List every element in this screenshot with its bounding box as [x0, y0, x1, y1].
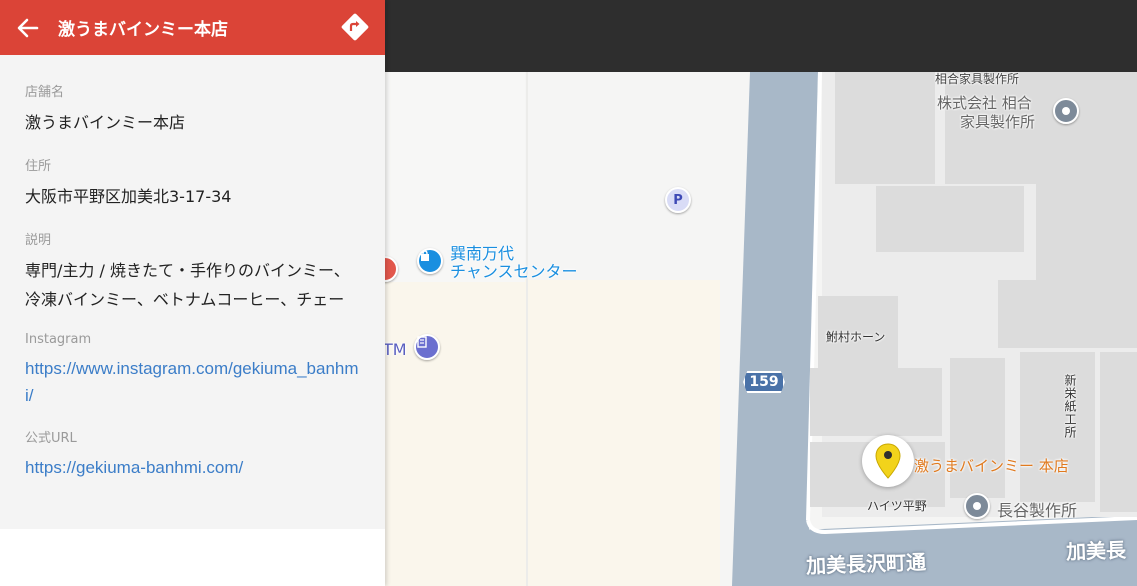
- label-tatsumi-line1: 巽南万代: [450, 244, 515, 263]
- field-name-label: 店舗名: [25, 85, 65, 100]
- atm-icon[interactable]: [414, 334, 440, 360]
- field-description-value: 専門/主力 / 焼きたて・手作りのバインミー、冷凍バインミー、ベトナムコーヒー、…: [25, 261, 350, 309]
- panel-title: 激うまバインミー本店: [58, 20, 228, 40]
- field-official-label: 公式URL: [25, 431, 77, 446]
- panel-body: 店舗名 激うまバインミー本店 住所 大阪市平野区加美北3-17-34 説明 専門…: [0, 55, 385, 529]
- label-aigou-small: 相合家具製作所: [935, 72, 1020, 86]
- field-address-value: 大阪市平野区加美北3-17-34: [25, 187, 232, 206]
- field-description-label: 説明: [25, 233, 52, 248]
- shop-detail-panel: 激うまバインミー本店 店舗名 激うまバインミー本店 住所 大阪市平野区加美北3-…: [0, 0, 385, 586]
- label-aigou-line1: 株式会社 相合: [937, 94, 1032, 112]
- label-atm[interactable]: TM: [383, 340, 407, 359]
- dot-icon: [1062, 107, 1070, 115]
- label-aigou-line2: 家具製作所: [960, 113, 1036, 131]
- building: [1100, 352, 1137, 512]
- building: [810, 368, 942, 436]
- building: [998, 280, 1137, 348]
- field-official-url: 公式URL https://gekiuma-banhmi.com/: [25, 427, 360, 481]
- commercial-area: [385, 280, 720, 586]
- building: [950, 358, 1005, 498]
- panel-header: 激うまバインミー本店: [0, 0, 385, 55]
- instagram-link[interactable]: https://www.instagram.com/gekiuma_banhmi…: [25, 355, 360, 409]
- map-pin-icon: [875, 443, 901, 479]
- back-button[interactable]: [12, 12, 44, 44]
- generic-poi-icon[interactable]: [1053, 98, 1079, 124]
- field-address: 住所 大阪市平野区加美北3-17-34: [25, 155, 360, 211]
- label-target-shop[interactable]: 激うまバインミー 本店: [914, 455, 1069, 476]
- field-address-label: 住所: [25, 159, 52, 174]
- field-instagram-label: Instagram: [25, 332, 92, 347]
- label-hase[interactable]: 長谷製作所: [997, 497, 1077, 521]
- selected-shop-marker[interactable]: [862, 435, 914, 487]
- field-name-value: 激うまバインミー本店: [25, 113, 186, 132]
- field-name: 店舗名 激うまバインミー本店: [25, 81, 360, 137]
- label-heights: ハイツ平野: [867, 499, 927, 513]
- arrow-left-icon: [17, 18, 39, 37]
- label-road-main: 加美長沢町通: [805, 549, 927, 579]
- building: [835, 72, 935, 184]
- label-tatsumi[interactable]: 巽南万代 チャンスセンター: [450, 245, 578, 281]
- building: [876, 186, 1024, 252]
- dot-icon: [973, 502, 981, 510]
- parking-icon[interactable]: P: [665, 187, 691, 213]
- field-description: 説明 専門/主力 / 焼きたて・手作りのバインミー、冷凍バインミー、ベトナムコー…: [25, 229, 360, 314]
- map-app: 相合家具製作所 株式会社 相合 家具製作所 P 巽南万代 チャンスセンター TM: [0, 0, 1137, 586]
- atm-glyph: [417, 336, 427, 348]
- road-159: [732, 72, 818, 586]
- official-url-link[interactable]: https://gekiuma-banhmi.com/: [25, 454, 360, 481]
- generic-poi-icon-2[interactable]: [964, 493, 990, 519]
- label-aigou-poi[interactable]: 株式会社 相合 家具製作所: [937, 94, 1035, 132]
- route-159-shield: 159: [743, 371, 785, 393]
- shopping-bag-icon[interactable]: [417, 248, 443, 274]
- building: [1036, 182, 1137, 282]
- bag-glyph: [421, 250, 429, 261]
- parking-letter: P: [673, 192, 683, 208]
- label-tatsumi-line2: チャンスセンター: [450, 262, 578, 281]
- directions-button[interactable]: [339, 11, 371, 43]
- field-instagram: Instagram https://www.instagram.com/geki…: [25, 332, 360, 409]
- label-ajimura: 鮒村ホーン: [826, 330, 886, 344]
- label-shinsei: 新栄紙工所: [1063, 374, 1077, 439]
- label-road-right: 加美長: [1065, 537, 1127, 565]
- building: [1020, 352, 1095, 502]
- directions-icon: [341, 13, 369, 41]
- top-toolbar: [385, 0, 1137, 72]
